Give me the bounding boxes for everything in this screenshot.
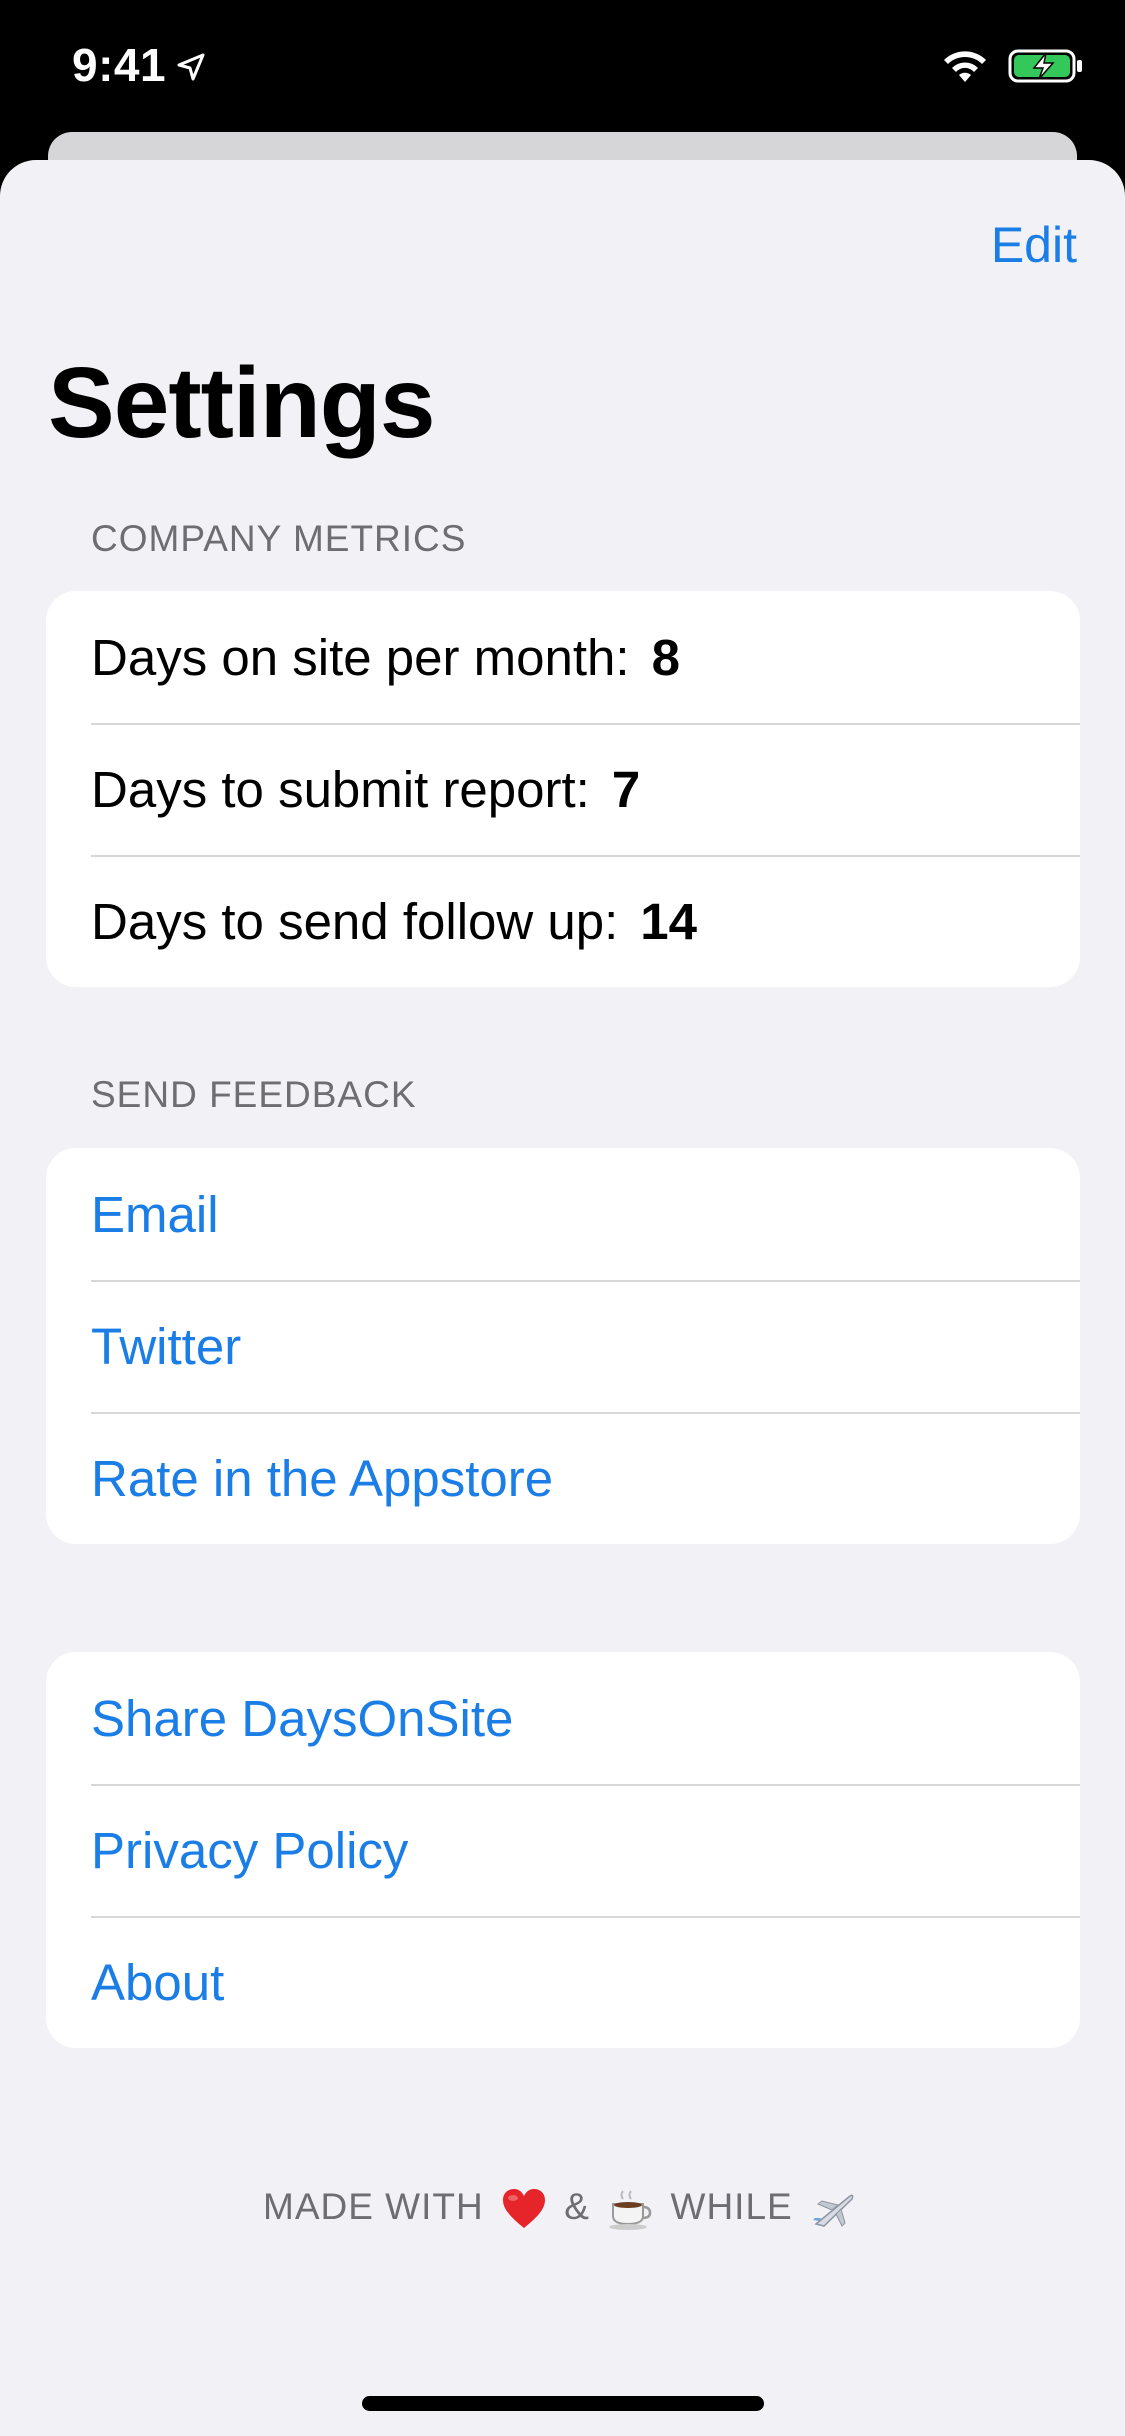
- metric-label: Days to send follow up:: [91, 892, 619, 950]
- metric-row-days-on-site[interactable]: Days on site per month: 8: [46, 591, 1080, 723]
- settings-sheet: Edit Settings COMPANY METRICS Days on si…: [0, 160, 1125, 2436]
- metric-label: Days on site per month:: [91, 628, 630, 686]
- footer-while: WHILE: [670, 2186, 793, 2227]
- about-link[interactable]: About: [46, 1916, 1080, 2048]
- status-time: 9:41: [72, 39, 167, 91]
- battery-charging-icon: [1008, 49, 1082, 83]
- status-bar: 9:41: [0, 0, 1125, 132]
- coffee-icon: [609, 2190, 652, 2231]
- more-group: Share DaysOnSite Privacy Policy About: [46, 1652, 1080, 2048]
- location-arrow-icon: [177, 53, 205, 81]
- rate-appstore-link[interactable]: Rate in the Appstore: [46, 1412, 1080, 1544]
- twitter-link[interactable]: Twitter: [46, 1280, 1080, 1412]
- heart-icon: [502, 2189, 545, 2229]
- footer-ampersand: &: [564, 2186, 590, 2227]
- email-link[interactable]: Email: [46, 1148, 1080, 1280]
- footer-made-with: MADE WITH: [263, 2186, 484, 2227]
- section-header-company-metrics: COMPANY METRICS: [91, 518, 467, 559]
- footer-credit: MADE WITH & WHILE: [0, 2186, 1125, 2231]
- airplane-icon: [812, 2194, 854, 2228]
- section-header-send-feedback: SEND FEEDBACK: [91, 1074, 417, 1115]
- home-indicator: [362, 2396, 764, 2411]
- wifi-icon: [944, 51, 986, 82]
- share-app-link[interactable]: Share DaysOnSite: [46, 1652, 1080, 1784]
- page-title: Settings: [48, 347, 435, 459]
- privacy-policy-link[interactable]: Privacy Policy: [46, 1784, 1080, 1916]
- metric-row-days-to-send-follow-up[interactable]: Days to send follow up: 14: [46, 855, 1080, 987]
- company-metrics-group: Days on site per month: 8 Days to submit…: [46, 591, 1080, 987]
- metric-value: 14: [640, 892, 698, 950]
- send-feedback-group: Email Twitter Rate in the Appstore: [46, 1148, 1080, 1544]
- metric-value: 7: [611, 760, 641, 818]
- metric-label: Days to submit report:: [91, 760, 590, 818]
- metric-value: 8: [651, 628, 680, 686]
- metric-row-days-to-submit-report[interactable]: Days to submit report: 7: [46, 723, 1080, 855]
- edit-button[interactable]: Edit: [991, 216, 1077, 274]
